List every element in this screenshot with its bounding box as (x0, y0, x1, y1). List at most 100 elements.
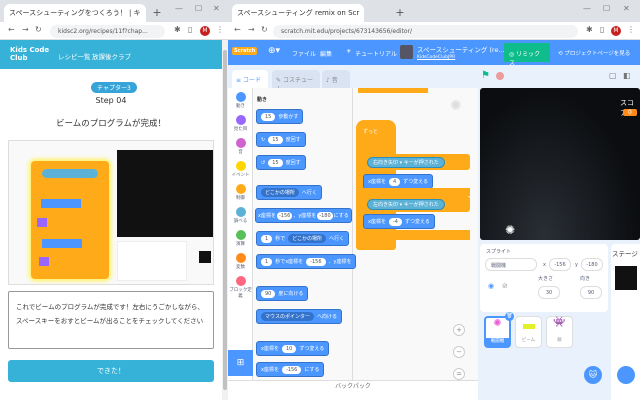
nav-recipes[interactable]: レシピ一覧 (58, 51, 91, 61)
step-title: Step 04 (95, 96, 127, 105)
back-icon[interactable]: ← (8, 25, 15, 34)
tab-costumes[interactable]: ✎ コスチューム (272, 70, 320, 93)
author-name[interactable]: KidsCodeClubJPR (417, 55, 455, 60)
sprite-name-input[interactable]: 戦闘機 (485, 258, 537, 271)
category-variables[interactable]: 変数 (228, 253, 253, 270)
block-point-direction[interactable]: 90 度に向ける (256, 286, 309, 301)
menu-icon[interactable]: ⋮ (627, 25, 635, 34)
project-page-button[interactable]: ⟲ プロジェクトページを見る (558, 49, 630, 57)
browser-tab[interactable]: スペースシューティングをつくろう！ | キ (4, 4, 146, 22)
zoom-reset-button[interactable]: = (453, 368, 465, 380)
category-looks[interactable]: 見た目 (228, 115, 253, 132)
small-stage-icon[interactable]: ▢ (609, 71, 617, 80)
block-text: 度回す (285, 137, 301, 143)
sidepanel-icon[interactable]: ▯ (188, 25, 192, 34)
large-stage-icon[interactable]: ◧ (623, 71, 631, 80)
direction-input[interactable]: 90 (580, 286, 602, 299)
maximize-button[interactable]: ☐ (603, 4, 610, 13)
sprite-thumb-fighter[interactable]: ✺ 戦闘機 (484, 316, 511, 348)
forward-icon[interactable]: → (22, 25, 29, 34)
zoom-out-button[interactable]: − (453, 346, 465, 358)
extensions-icon[interactable]: ✱ (586, 25, 593, 34)
scratch-logo[interactable]: Scratch (232, 47, 258, 55)
remix-button[interactable]: ◎ リミックス (504, 43, 550, 67)
block-goto-xy[interactable]: x座標を -156 、y座標を -180 にする (255, 208, 352, 223)
block-text: x座標を (368, 179, 386, 185)
show-visible-icon[interactable]: ◉ (488, 282, 494, 290)
category-my-blocks[interactable]: ブロック定義 (228, 276, 253, 299)
block-text: ずつ変える (404, 219, 430, 225)
add-backdrop-button[interactable] (617, 366, 635, 384)
size-input[interactable]: 30 (538, 286, 560, 299)
profile-avatar[interactable]: M (611, 26, 621, 36)
url-input[interactable]: kidsc2.org/recipes/11f?chap... (50, 25, 165, 38)
project-title[interactable]: スペースシューティング (re... (417, 44, 505, 54)
stop-icon[interactable] (496, 72, 504, 80)
category-sound[interactable]: 音 (228, 138, 253, 155)
block-turn-left[interactable]: ↺ 15 度回す (256, 155, 306, 170)
block-glide[interactable]: 1 秒で どこかの場所 へ行く (256, 231, 350, 246)
back-icon[interactable]: ← (234, 25, 241, 34)
add-sprite-button[interactable]: 🐱 (584, 366, 602, 384)
forward-icon[interactable]: → (248, 25, 255, 34)
extensions-icon[interactable]: ✱ (174, 25, 181, 34)
if-left-block[interactable]: 左向き矢印 ▾ キーが押された (363, 196, 470, 212)
script-area[interactable]: ✺ ずっと 右向き矢印 ▾ キーが押された x座標を 4 ずつ変える 左向き矢印 ▾… (353, 88, 478, 380)
stage[interactable]: スコア 0 ✺ (480, 88, 640, 240)
change-x-right-block[interactable]: x座標を 4 ずつ変える (363, 174, 434, 189)
zoom-in-button[interactable]: + (453, 324, 465, 336)
block-turn-right[interactable]: ↻ 15 度回す (256, 132, 306, 147)
x-input[interactable]: -156 (549, 258, 571, 271)
browser-tab[interactable]: スペースシューティング remix on Scr (232, 4, 365, 22)
category-control[interactable]: 制御 (228, 184, 253, 201)
maximize-button[interactable]: ☐ (195, 4, 202, 13)
done-button[interactable]: できた！ (8, 360, 214, 382)
category-events[interactable]: イベント (228, 161, 253, 178)
block-text: 15 (268, 135, 283, 144)
stage-selector[interactable]: ステージ (611, 244, 640, 400)
block-change-x[interactable]: x座標を 10 ずつ変える (256, 341, 330, 356)
block-move-steps[interactable]: 15 歩動かす (256, 109, 304, 124)
menu-tutorial[interactable]: チュートリアル (355, 49, 397, 58)
block-glide-xy[interactable]: 1 秒でx座標を -156 、y座標を (256, 254, 357, 269)
block-goto[interactable]: どこかの場所 へ行く (256, 185, 322, 200)
block-text: へ行く (329, 236, 345, 242)
block-set-x[interactable]: x座標を -156 にする (256, 362, 325, 377)
sprite-thumb-beam[interactable]: ビーム (515, 316, 542, 348)
language-globe-icon[interactable]: ⊕▾ (268, 46, 280, 56)
minimize-button[interactable]: — (583, 4, 591, 13)
change-x-left-block[interactable]: x座標を -4 ずつ変える (363, 214, 435, 229)
new-tab-button[interactable]: + (150, 6, 164, 20)
menu-icon[interactable]: ⋮ (216, 25, 224, 34)
block-text: x座標を (258, 213, 276, 219)
delete-sprite-icon[interactable]: 🗑 (505, 312, 514, 321)
minimize-button[interactable]: — (175, 4, 183, 13)
close-window-button[interactable]: ✕ (623, 4, 630, 13)
menu-edit[interactable]: 編集 (320, 49, 332, 58)
menu-file[interactable]: ファイル (292, 49, 316, 58)
tab-sounds[interactable]: ♪ 音 (322, 70, 350, 88)
hide-icon[interactable]: ⊘ (502, 282, 508, 290)
sprite-thumb-enemy[interactable]: 👾 敵 (546, 316, 573, 348)
if-right-block[interactable]: 右向き矢印 ▾ キーが押された (363, 154, 470, 170)
author-avatar (400, 45, 413, 59)
add-extension-button[interactable]: ⊞ (228, 350, 253, 376)
reload-icon[interactable]: ↻ (35, 25, 42, 34)
new-tab-button[interactable]: + (393, 6, 407, 20)
reload-icon[interactable]: ↻ (261, 25, 268, 34)
sidepanel-icon[interactable]: ▯ (600, 25, 604, 34)
nav-club[interactable]: 放課後クラブ (92, 51, 131, 61)
profile-avatar[interactable]: M (200, 26, 210, 36)
backpack-bar[interactable]: バックパック (228, 380, 478, 400)
fighter-thumb-icon: ✺ (493, 318, 502, 329)
tab-code[interactable]: ≡ コード (232, 70, 268, 88)
category-motion[interactable]: 動き (228, 92, 253, 109)
y-input[interactable]: -180 (581, 258, 603, 271)
block-point-towards[interactable]: マウスのポインター へ向ける (256, 309, 343, 324)
category-sensing[interactable]: 調べる (228, 207, 253, 224)
green-flag-icon[interactable]: ⚑ (481, 70, 490, 81)
site-logo[interactable]: Kids Code Club (10, 46, 50, 62)
close-window-button[interactable]: ✕ (213, 4, 220, 13)
url-input[interactable]: scratch.mit.edu/projects/673143656/edito… (273, 25, 578, 38)
category-operators[interactable]: 演算 (228, 230, 253, 247)
